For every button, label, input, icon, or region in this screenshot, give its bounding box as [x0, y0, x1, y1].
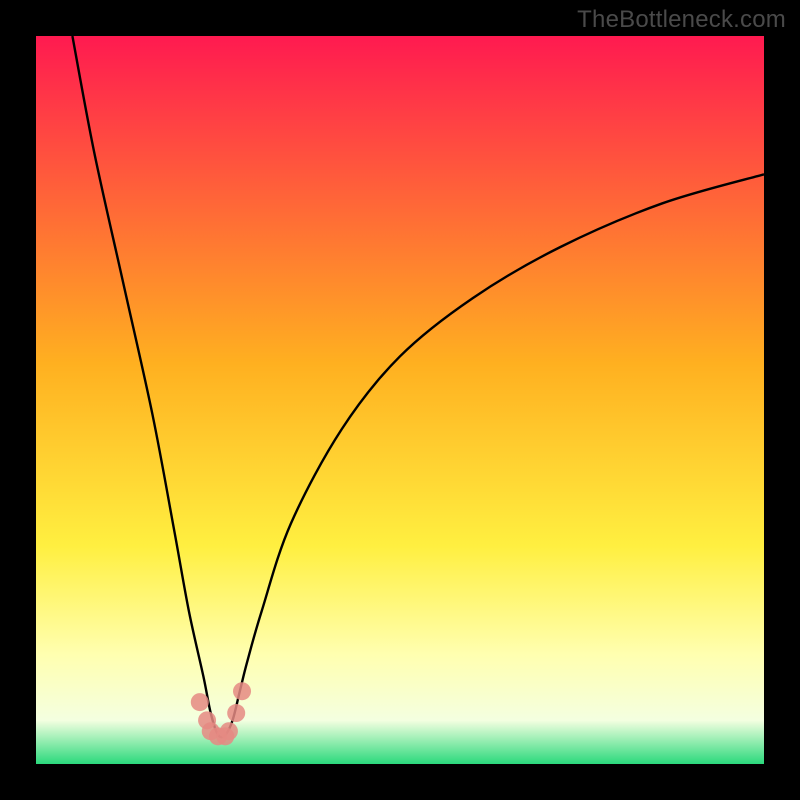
chart-frame: TheBottleneck.com: [0, 0, 800, 800]
marker-point: [233, 682, 251, 700]
chart-svg: [36, 36, 764, 764]
marker-point: [191, 693, 209, 711]
marker-point: [220, 722, 238, 740]
gradient-background: [36, 36, 764, 764]
plot-area: [36, 36, 764, 764]
marker-point: [227, 704, 245, 722]
watermark-text: TheBottleneck.com: [577, 6, 786, 34]
